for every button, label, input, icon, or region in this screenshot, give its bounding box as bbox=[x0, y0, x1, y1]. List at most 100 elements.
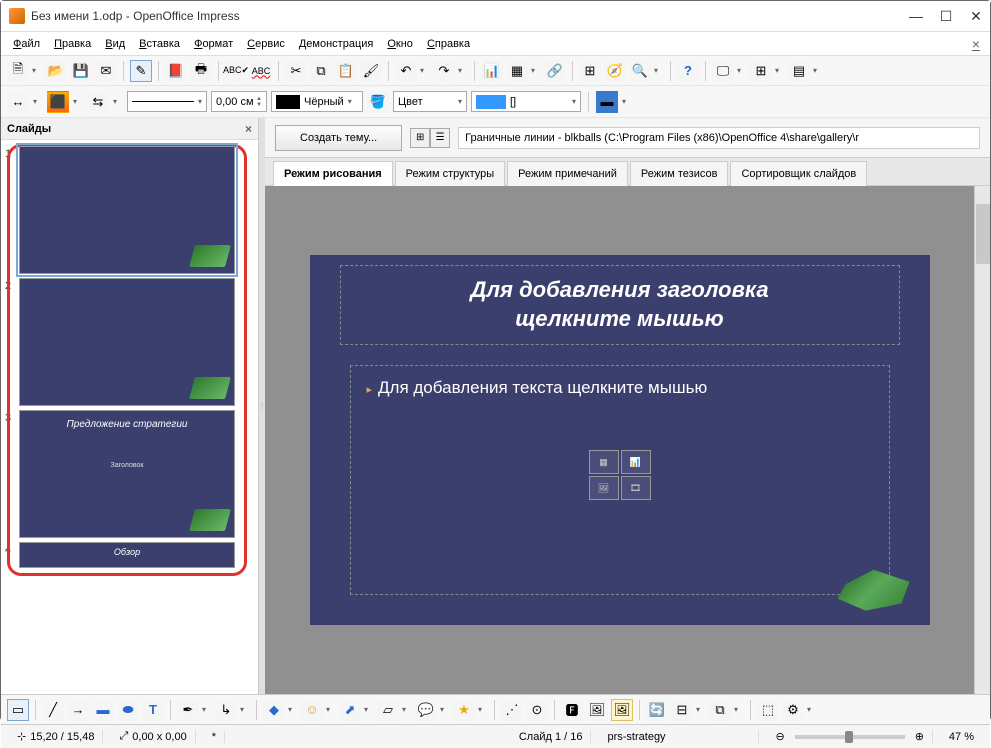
arrange-tool[interactable]: ⧉ bbox=[709, 699, 731, 721]
content-placeholder[interactable]: ▸Для добавления текста щелкните мышью ▦ … bbox=[350, 365, 890, 595]
connector-tool[interactable]: ↳ bbox=[215, 699, 237, 721]
ba-dd[interactable]: ▾ bbox=[364, 705, 374, 714]
zoom-slider[interactable] bbox=[795, 735, 905, 739]
extrusion-tool[interactable]: ⬚ bbox=[757, 699, 779, 721]
slide-preview[interactable] bbox=[19, 278, 235, 406]
design-dropdown[interactable]: ▾ bbox=[813, 66, 823, 75]
conn-dd[interactable]: ▾ bbox=[240, 705, 250, 714]
spellcheck-button[interactable]: ABC✔ bbox=[225, 60, 247, 82]
slide-preview[interactable]: Предложение стратегии Заголовок bbox=[19, 410, 235, 538]
close-button[interactable]: ✕ bbox=[970, 10, 982, 22]
hyperlink-button[interactable]: 🔗 bbox=[544, 60, 566, 82]
fc-dd[interactable]: ▾ bbox=[402, 705, 412, 714]
align-tool[interactable]: ⊟ bbox=[671, 699, 693, 721]
zoom-handle[interactable] bbox=[845, 731, 853, 743]
arrow-dd[interactable]: ▾ bbox=[33, 97, 43, 106]
slide-design-button[interactable]: ▤ bbox=[788, 60, 810, 82]
curve-tool[interactable]: ✒ bbox=[177, 699, 199, 721]
autospell-button[interactable]: ABC bbox=[250, 60, 272, 82]
glue-tool[interactable]: ⊙ bbox=[526, 699, 548, 721]
maximize-button[interactable]: ☐ bbox=[940, 10, 952, 22]
zoom-button[interactable]: 🔍 bbox=[629, 60, 651, 82]
new-button[interactable]: 🗎 bbox=[7, 60, 29, 82]
zoom-percent[interactable]: 47 % bbox=[941, 731, 982, 743]
fontwork-tool[interactable]: 🅵 bbox=[561, 699, 583, 721]
slide-thumbnail[interactable]: 4 Обзор bbox=[5, 542, 254, 568]
vertical-scrollbar[interactable] bbox=[974, 186, 990, 694]
slide-canvas[interactable]: Для добавления заголовка щелкните мышью … bbox=[265, 186, 990, 694]
menu-slideshow[interactable]: Демонстрация bbox=[293, 35, 380, 53]
table-dropdown[interactable]: ▾ bbox=[531, 66, 541, 75]
slide-thumbnail[interactable]: 1 bbox=[5, 146, 254, 274]
slideshow-button[interactable]: 🖵 bbox=[712, 60, 734, 82]
text-tool[interactable]: T bbox=[142, 699, 164, 721]
save-button[interactable]: 💾 bbox=[70, 60, 92, 82]
menu-edit[interactable]: Правка bbox=[48, 35, 97, 53]
open-button[interactable]: 📂 bbox=[45, 60, 67, 82]
points-tool[interactable]: ⋰ bbox=[501, 699, 523, 721]
insert-image-icon[interactable]: 🖼 bbox=[589, 476, 619, 500]
st-dd[interactable]: ▾ bbox=[478, 705, 488, 714]
slide-layout-button[interactable]: ⊞ bbox=[750, 60, 772, 82]
slide-thumbnail[interactable]: 3 Предложение стратегии Заголовок bbox=[5, 410, 254, 538]
slide-preview[interactable] bbox=[19, 146, 235, 274]
tab-outline[interactable]: Режим структуры bbox=[395, 161, 506, 186]
ellipse-tool[interactable]: ⬬ bbox=[117, 699, 139, 721]
callout-tool[interactable]: 💬 bbox=[415, 699, 437, 721]
minimize-button[interactable]: — bbox=[910, 10, 922, 22]
scroll-thumb[interactable] bbox=[976, 204, 990, 264]
document-close-button[interactable]: × bbox=[968, 36, 984, 52]
status-slide-count[interactable]: Слайд 1 / 16 bbox=[511, 731, 592, 743]
shadow-button[interactable]: ▬ bbox=[596, 91, 618, 113]
redo-dropdown[interactable]: ▾ bbox=[458, 66, 468, 75]
icon-view-icon[interactable]: ⊞ bbox=[410, 128, 430, 148]
print-button[interactable]: 🖶 bbox=[190, 60, 212, 82]
email-button[interactable]: ✉ bbox=[95, 60, 117, 82]
toolbar2-more[interactable]: ▾ bbox=[622, 97, 632, 106]
menu-help[interactable]: Справка bbox=[421, 35, 476, 53]
interaction-tool[interactable]: ⚙ bbox=[782, 699, 804, 721]
zoom-out-button[interactable]: ⊖ bbox=[775, 730, 784, 743]
arrow-style-button[interactable]: ↔ bbox=[7, 91, 29, 113]
line-width-input[interactable]: 0,00 см▲▼ bbox=[211, 91, 267, 112]
navigator-button[interactable]: 🧭 bbox=[604, 60, 626, 82]
tab-handout[interactable]: Режим тезисов bbox=[630, 161, 729, 186]
area-button[interactable]: 🪣 bbox=[367, 91, 389, 113]
export-pdf-button[interactable]: 📕 bbox=[165, 60, 187, 82]
menu-file[interactable]: Файл bbox=[7, 35, 46, 53]
help-button[interactable]: ? bbox=[677, 60, 699, 82]
gallery-view-toggle[interactable]: ⊞ ☰ bbox=[410, 128, 450, 148]
fill-type-combo[interactable]: Цвет▾ bbox=[393, 91, 467, 112]
new-dropdown[interactable]: ▾ bbox=[32, 66, 42, 75]
content-layout-icons[interactable]: ▦ 📊 🖼 🎞 bbox=[589, 450, 651, 500]
rotate-tool[interactable]: 🔄 bbox=[646, 699, 668, 721]
drawing-more[interactable]: ▾ bbox=[807, 705, 817, 714]
create-theme-button[interactable]: Создать тему... bbox=[275, 125, 402, 151]
line-color-button[interactable]: ⬛ bbox=[47, 91, 69, 113]
copy-button[interactable]: ⧉ bbox=[310, 60, 332, 82]
line-color-combo[interactable]: Чёрный▾ bbox=[271, 91, 363, 112]
insert-chart-icon[interactable]: 📊 bbox=[621, 450, 651, 474]
sym-dd[interactable]: ▾ bbox=[326, 705, 336, 714]
line-style-combo[interactable]: ▾ bbox=[127, 91, 207, 112]
fill-color-combo[interactable]: []▾ bbox=[471, 91, 581, 112]
slideshow-dropdown[interactable]: ▾ bbox=[737, 66, 747, 75]
format-paintbrush-button[interactable]: 🖌 bbox=[360, 60, 382, 82]
menu-insert[interactable]: Вставка bbox=[133, 35, 186, 53]
zoom-dropdown[interactable]: ▾ bbox=[654, 66, 664, 75]
linecol-dd[interactable]: ▾ bbox=[73, 97, 83, 106]
paste-button[interactable]: 📋 bbox=[335, 60, 357, 82]
line-style-button[interactable]: ⇆ bbox=[87, 91, 109, 113]
symbol-shapes-tool[interactable]: ☺ bbox=[301, 699, 323, 721]
slide-thumbnail-list[interactable]: 1 2 3 Предложение стратегии Заголовок 4 … bbox=[1, 140, 258, 694]
chart-button[interactable]: 📊 bbox=[481, 60, 503, 82]
bs-dd[interactable]: ▾ bbox=[288, 705, 298, 714]
curve-dd[interactable]: ▾ bbox=[202, 705, 212, 714]
arrow-tool[interactable]: → bbox=[67, 699, 89, 721]
co-dd[interactable]: ▾ bbox=[440, 705, 450, 714]
block-arrows-tool[interactable]: ⬈ bbox=[339, 699, 361, 721]
rectangle-tool[interactable]: ▬ bbox=[92, 699, 114, 721]
menu-tools[interactable]: Сервис bbox=[241, 35, 291, 53]
cut-button[interactable]: ✂ bbox=[285, 60, 307, 82]
slide[interactable]: Для добавления заголовка щелкните мышью … bbox=[310, 255, 930, 625]
